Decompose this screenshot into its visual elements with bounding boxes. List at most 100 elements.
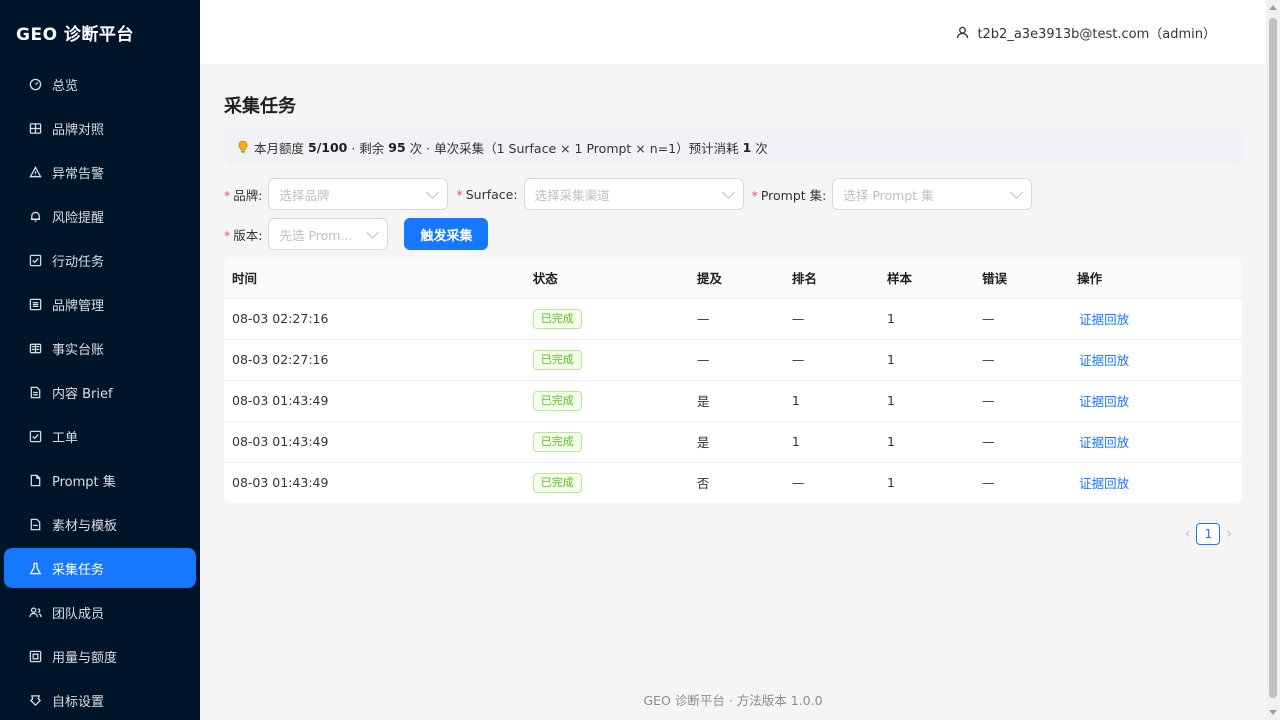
rank-value: 1 [791, 434, 800, 449]
cell-sample: 1 [879, 462, 974, 503]
sidebar-item-2[interactable]: 异常告警 [4, 152, 196, 192]
user-menu[interactable]: t2b2_a3e3913b@test.com（admin） [956, 23, 1216, 42]
mention-value: 是 [696, 394, 710, 409]
page-number-current[interactable]: 1 [1196, 523, 1221, 545]
column-header: 时间 [224, 258, 525, 299]
surface-select[interactable]: 选择采集渠道 [523, 178, 744, 210]
sidebar-item-label: 自标设置 [52, 694, 105, 710]
mention-value: 是 [696, 435, 710, 450]
user-icon [957, 26, 969, 38]
sidebar-item-0[interactable]: 总览 [4, 64, 196, 104]
version-field: * 版本: 先选 Prom... [224, 218, 389, 250]
table-row: 08-03 02:27:16 已完成 — — 1 — 证据回放 [224, 339, 1242, 381]
column-header: 提及 [688, 258, 784, 299]
evidence-replay-link[interactable]: 证据回放 [1077, 353, 1129, 368]
cell-action: 证据回放 [1069, 298, 1242, 340]
chevron-down-icon [426, 185, 440, 199]
chevron-down-icon [721, 185, 735, 199]
cell-rank: 1 [783, 421, 879, 463]
column-header: 状态 [524, 258, 689, 299]
cell-mention: — [688, 298, 784, 340]
status-badge: 已完成 [532, 349, 582, 370]
ticket-icon [28, 429, 42, 443]
quota-mid1: · 剩余 [351, 140, 385, 156]
sidebar-item-label: 品牌管理 [52, 298, 105, 314]
evidence-replay-link[interactable]: 证据回放 [1077, 394, 1129, 409]
error-value: — [982, 311, 995, 326]
surface-label: Surface: [465, 186, 518, 202]
flask-icon [28, 561, 42, 575]
prev-page-button[interactable]: ‹ [1179, 526, 1197, 542]
sidebar-item-10[interactable]: 素材与模板 [4, 504, 196, 544]
sample-value: 1 [886, 475, 895, 491]
column-header: 排名 [783, 258, 879, 299]
brand-select[interactable]: 选择品牌 [268, 178, 449, 210]
chevron-down-icon [1010, 185, 1024, 199]
scroll-thumb[interactable] [1269, 18, 1277, 698]
user-email: t2b2_a3e3913b@test.com（admin） [977, 26, 1216, 42]
cell-rank: — [783, 298, 879, 340]
page-title: 采集任务 [224, 96, 296, 117]
trigger-collect-button[interactable]: 触发采集 [404, 218, 489, 250]
sidebar-item-label: Prompt 集 [52, 474, 116, 490]
prompt-set-field: * Prompt 集: 选择 Prompt 集 [752, 178, 1033, 210]
sample-value: 1 [886, 311, 895, 326]
template-icon [28, 517, 42, 531]
sidebar-item-11[interactable]: 采集任务 [4, 548, 196, 588]
sidebar-item-7[interactable]: 内容 Brief [4, 372, 196, 412]
sidebar-item-label: 品牌对照 [52, 122, 105, 138]
evidence-replay-link[interactable]: 证据回放 [1077, 476, 1129, 491]
error-value: — [982, 475, 995, 491]
evidence-replay-link[interactable]: 证据回放 [1077, 312, 1129, 327]
usage-icon [28, 649, 42, 663]
lightbulb-icon [238, 140, 248, 153]
sidebar-item-4[interactable]: 行动任务 [4, 240, 196, 280]
cell-time: 08-03 02:27:16 [224, 339, 525, 381]
brand-placeholder: 选择品牌 [279, 187, 330, 203]
rank-value: — [791, 311, 805, 326]
prompt-set-label: Prompt 集: [760, 187, 827, 203]
sidebar-menu: 总览品牌对照异常告警 风险提醒 行动任务品牌管理事实台账 内容 Brief 工单 Prom… [0, 64, 200, 720]
status-badge: 已完成 [532, 472, 582, 493]
pagination: ‹ 1 › [224, 523, 1242, 545]
sidebar-item-14[interactable]: 自标设置 [4, 680, 196, 720]
footer: GEO 诊断平台 · 方法版本 1.0.0 [643, 693, 823, 708]
sidebar-item-13[interactable]: 用量与额度 [4, 636, 196, 676]
scroll-up-arrow[interactable] [1269, 5, 1277, 10]
cell-status: 已完成 [524, 298, 689, 340]
cell-sample: 1 [878, 421, 975, 463]
quota-cost: 1 [742, 139, 752, 155]
cell-time: 08-03 01:43:49 [224, 380, 525, 422]
quota-banner: 本月额度 5/100 · 剩余 95 次 · 单次采集（1 Surface × … [224, 128, 1242, 166]
version-select[interactable]: 先选 Prom... [268, 218, 389, 250]
sidebar-item-6[interactable]: 事实台账 [4, 328, 196, 368]
sidebar-item-5[interactable]: 品牌管理 [4, 284, 196, 324]
surface-field: * Surface: 选择采集渠道 [456, 178, 744, 210]
sidebar-item-1[interactable]: 品牌对照 [4, 108, 196, 148]
scroll-down-arrow[interactable] [1269, 710, 1277, 715]
sidebar-item-8[interactable]: 工单 [4, 416, 196, 456]
sidebar-item-3[interactable]: 风险提醒 [4, 196, 196, 236]
sidebar-item-label: 用量与额度 [52, 650, 118, 666]
time-value: 08-03 01:43:49 [232, 393, 329, 408]
evidence-replay-link[interactable]: 证据回放 [1077, 435, 1129, 450]
header: t2b2_a3e3913b@test.com（admin） [200, 0, 1266, 64]
status-badge: 已完成 [532, 431, 582, 452]
cell-status: 已完成 [525, 462, 689, 503]
cell-action: 证据回放 [1069, 421, 1242, 463]
prompt-set-select[interactable]: 选择 Prompt 集 [832, 178, 1033, 210]
cell-mention: 否 [689, 462, 784, 503]
next-page-button[interactable]: › [1220, 526, 1238, 542]
sidebar-item-12[interactable]: 团队成员 [4, 592, 196, 632]
page-scrollbar[interactable] [1266, 0, 1280, 720]
column-header: 操作 [1069, 258, 1242, 299]
filter-form: * 品牌: 选择品牌 * Surface: 选择采集渠道 * Prompt 集: 选择… [224, 178, 1242, 250]
quota-used: 5/100 [308, 139, 348, 155]
task-icon [28, 253, 42, 267]
column-header: 样本 [878, 258, 975, 299]
sidebar-item-9[interactable]: Prompt 集 [4, 460, 196, 500]
app-logo: GEO 诊断平台 [16, 24, 134, 45]
cell-mention: 是 [688, 380, 784, 422]
table-row: 08-03 01:43:49 已完成 否 — 1 — 证据回放 [224, 462, 1242, 503]
quota-prefix: 本月额度 [254, 140, 305, 156]
